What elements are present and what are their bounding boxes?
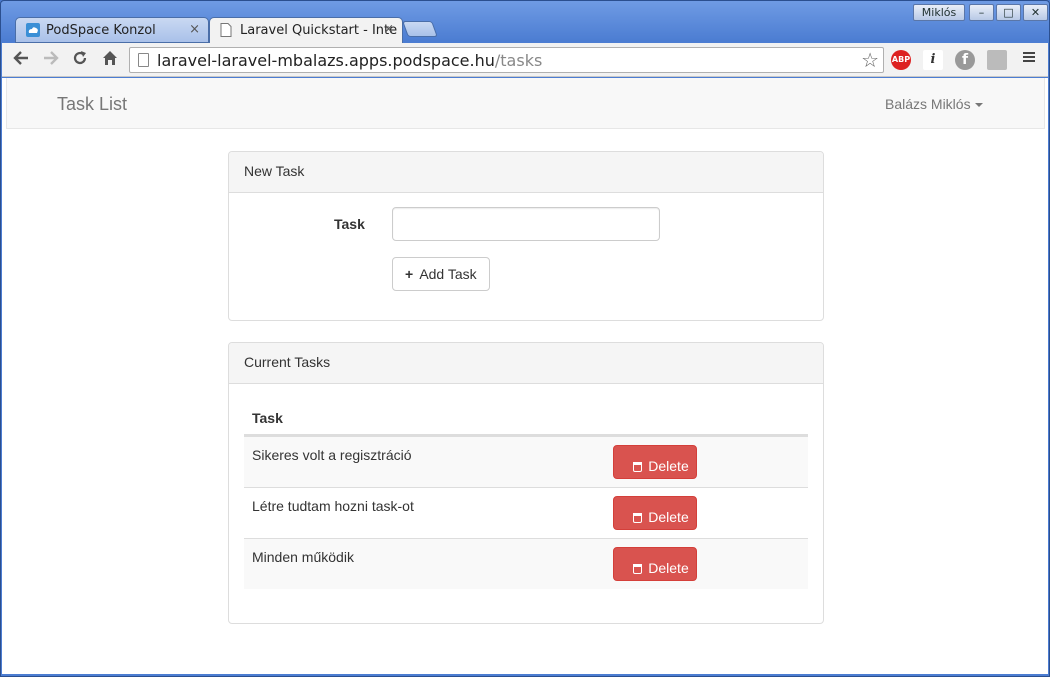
tab-title: Laravel Quickstart - Inte	[240, 23, 398, 38]
panel-heading: New Task	[229, 152, 823, 193]
close-window-button[interactable]: ✕	[1023, 4, 1048, 21]
reload-icon[interactable]	[69, 49, 91, 71]
caret-down-icon	[974, 103, 983, 108]
table-row: Létre tudtam hozni task-ot Delete	[244, 487, 808, 538]
close-tab-icon[interactable]: ×	[383, 22, 394, 37]
brand-link[interactable]: Task List	[57, 94, 127, 115]
maximize-button[interactable]: □	[996, 4, 1021, 21]
delete-button[interactable]: Delete	[613, 496, 697, 530]
fedora-icon[interactable]: f	[955, 50, 975, 70]
tab-laravel[interactable]: Laravel Quickstart - Inte ×	[209, 17, 403, 44]
add-task-label: Add Task	[419, 266, 477, 282]
user-name: Balázs Miklós	[885, 96, 971, 112]
extension-icon[interactable]	[987, 50, 1007, 70]
cloud-icon	[26, 23, 40, 38]
panel-heading: Current Tasks	[229, 343, 823, 384]
tab-title: PodSpace Konzol	[46, 23, 156, 38]
tasks-table: Task Sikeres volt a regisztráció Delete …	[244, 404, 808, 589]
url-host: laravel-laravel-mbalazs.apps.podspace.hu	[157, 51, 495, 70]
page-content: Task List Balázs Miklós New Task Task + …	[2, 78, 1048, 674]
delete-label: Delete	[648, 508, 689, 525]
profile-badge[interactable]: Miklós	[913, 4, 965, 21]
delete-label: Delete	[648, 457, 689, 474]
new-task-panel: New Task Task + Add Task	[228, 151, 824, 321]
home-icon[interactable]	[99, 49, 121, 71]
plus-icon: +	[405, 266, 414, 282]
column-header: Task	[244, 404, 808, 436]
close-tab-icon[interactable]: ×	[189, 22, 200, 37]
tab-podspace[interactable]: PodSpace Konzol ×	[15, 17, 209, 43]
task-name: Sikeres volt a regisztráció	[252, 447, 412, 463]
page-icon	[138, 53, 149, 67]
trash-icon	[633, 461, 643, 472]
forward-icon[interactable]	[40, 49, 62, 71]
trash-icon	[633, 512, 643, 523]
delete-button[interactable]: Delete	[613, 445, 697, 479]
current-tasks-panel: Current Tasks Task Sikeres volt a regisz…	[228, 342, 824, 624]
task-name: Létre tudtam hozni task-ot	[252, 498, 414, 514]
minimize-button[interactable]: –	[969, 4, 994, 21]
task-name-input[interactable]	[392, 207, 660, 241]
browser-window: Miklós – □ ✕ PodSpace Konzol × Laravel Q…	[0, 0, 1050, 677]
task-name: Minden működik	[252, 549, 354, 565]
bookmark-star-icon[interactable]: ☆	[861, 48, 879, 72]
info-icon[interactable]: i	[923, 50, 943, 70]
menu-icon[interactable]	[1018, 49, 1040, 71]
url-path: /tasks	[494, 51, 543, 70]
delete-label: Delete	[648, 559, 689, 576]
user-dropdown[interactable]: Balázs Miklós	[885, 96, 983, 112]
table-row: Minden működik Delete	[244, 538, 808, 589]
browser-toolbar: laravel-laravel-mbalazs.apps.podspace.hu…	[2, 43, 1048, 77]
page-icon	[220, 23, 234, 38]
task-label: Task	[334, 216, 365, 232]
address-bar[interactable]: laravel-laravel-mbalazs.apps.podspace.hu…	[129, 47, 884, 73]
adblock-icon[interactable]: ABP	[891, 50, 911, 70]
navbar: Task List Balázs Miklós	[6, 78, 1045, 129]
table-row: Sikeres volt a regisztráció Delete	[244, 436, 808, 487]
back-icon[interactable]	[10, 49, 32, 71]
new-tab-button[interactable]	[402, 21, 438, 37]
add-task-button[interactable]: + Add Task	[392, 257, 490, 291]
trash-icon	[633, 563, 643, 574]
delete-button[interactable]: Delete	[613, 547, 697, 581]
